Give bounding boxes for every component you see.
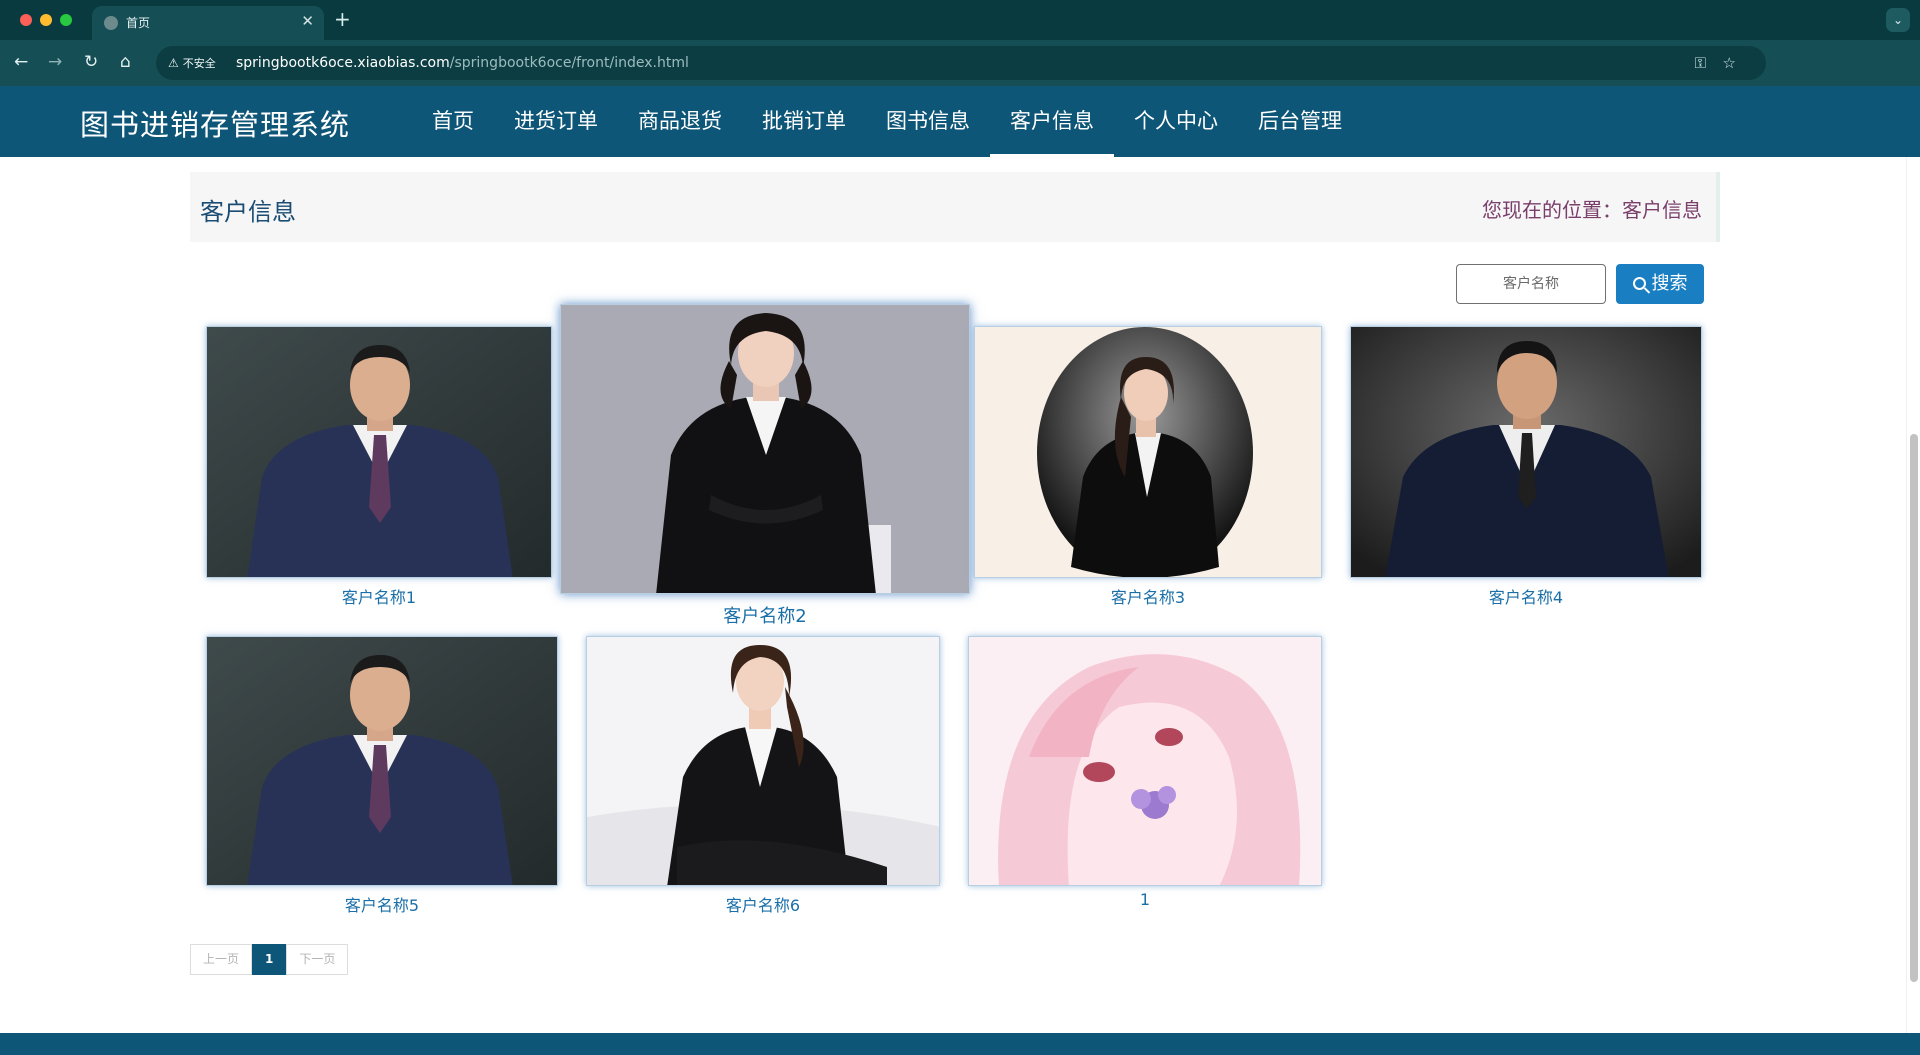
customer-photo[interactable]: [206, 326, 552, 578]
customer-name[interactable]: 客户名称6: [586, 892, 940, 916]
nav-item-admin[interactable]: 后台管理: [1238, 86, 1362, 157]
search-icon: [1632, 277, 1646, 290]
security-chip[interactable]: ⚠ 不安全: [168, 54, 216, 72]
pagination: 上一页 1 下一页: [190, 944, 349, 975]
tab-close-icon[interactable]: ✕: [301, 12, 314, 30]
customer-photo[interactable]: [560, 304, 970, 594]
customer-photo[interactable]: [974, 326, 1322, 578]
url-host: springbootk6oce.xiaobias.com: [236, 55, 450, 71]
customer-card[interactable]: 客户名称3: [974, 326, 1322, 608]
customer-name[interactable]: 1: [968, 890, 1322, 909]
customer-name-search-input[interactable]: 客户名称: [1456, 264, 1606, 304]
location-prefix: 您现在的位置：: [1482, 198, 1622, 222]
browser-toolbar: ← → ↻ ⌂ ⚠ 不安全 springbootk6oce.xiaobias.co…: [0, 40, 1920, 114]
location-text: 您现在的位置：客户信息: [1482, 194, 1702, 223]
minimize-window-button[interactable]: [40, 14, 52, 26]
forward-arrow-icon[interactable]: →: [48, 52, 62, 72]
breadcrumb: 客户信息 您现在的位置：客户信息: [190, 172, 1720, 242]
customer-photo[interactable]: [206, 636, 558, 886]
customer-card[interactable]: 客户名称4: [1350, 326, 1702, 608]
tab-title: 首页: [126, 16, 151, 30]
bookmark-star-icon[interactable]: ☆: [1723, 53, 1736, 73]
browser-tab-bar: 首页 ✕ + ⌄: [0, 0, 1920, 40]
new-tab-button[interactable]: +: [334, 8, 351, 30]
customer-name[interactable]: 客户名称3: [974, 584, 1322, 608]
url-path: /springbootk6oce/front/index.html: [449, 55, 689, 71]
nav-item-wholesale-orders[interactable]: 批销订单: [742, 86, 866, 157]
customer-photo[interactable]: [1350, 326, 1702, 578]
main-nav: 首页 进货订单 商品退货 批销订单 图书信息 客户信息 个人中心 后台管理: [412, 86, 1362, 157]
nav-item-book-info[interactable]: 图书信息: [866, 86, 990, 157]
tab-search-chevron-icon[interactable]: ⌄: [1886, 8, 1910, 32]
customer-card[interactable]: 客户名称5: [206, 636, 558, 916]
page-title: 客户信息: [200, 198, 296, 226]
location-current[interactable]: 客户信息: [1622, 198, 1702, 222]
maximize-window-button[interactable]: [60, 14, 72, 26]
nav-item-home[interactable]: 首页: [412, 86, 494, 157]
customer-name[interactable]: 客户名称4: [1350, 584, 1702, 608]
security-label: 不安全: [182, 57, 216, 70]
browser-tab-active[interactable]: 首页 ✕: [92, 6, 324, 40]
customer-card[interactable]: 客户名称1: [206, 326, 552, 608]
customer-name[interactable]: 客户名称1: [206, 584, 552, 608]
close-window-button[interactable]: [20, 14, 32, 26]
nav-item-personal-center[interactable]: 个人中心: [1114, 86, 1238, 157]
page-1-button[interactable]: 1: [252, 944, 287, 975]
address-bar[interactable]: ⚠ 不安全 springbootk6oce.xiaobias.com/spring…: [156, 46, 1766, 80]
customer-photo[interactable]: [586, 636, 940, 886]
nav-item-purchase-orders[interactable]: 进货订单: [494, 86, 618, 157]
customer-photo[interactable]: [968, 636, 1322, 886]
globe-icon: [104, 16, 118, 30]
page-scrollbar[interactable]: [1906, 157, 1920, 1033]
next-page-button[interactable]: 下一页: [286, 944, 349, 975]
customer-card[interactable]: 客户名称2: [560, 304, 970, 628]
site-header: 图书进销存管理系统 首页 进货订单 商品退货 批销订单 图书信息 客户信息 个人…: [0, 86, 1920, 157]
warning-triangle-icon: ⚠: [168, 56, 179, 70]
home-icon[interactable]: ⌂: [120, 52, 131, 72]
site-footer: [0, 1033, 1920, 1055]
prev-page-button[interactable]: 上一页: [190, 944, 253, 975]
back-arrow-icon[interactable]: ←: [14, 52, 28, 72]
search-button[interactable]: 搜索: [1616, 264, 1704, 304]
password-key-icon[interactable]: ⚿: [1695, 53, 1706, 73]
customer-card[interactable]: 客户名称6: [586, 636, 940, 916]
customer-name[interactable]: 客户名称2: [560, 602, 970, 628]
scrollbar-thumb[interactable]: [1910, 434, 1918, 982]
search-button-label: 搜索: [1651, 273, 1688, 294]
nav-item-returns[interactable]: 商品退货: [618, 86, 742, 157]
reload-icon[interactable]: ↻: [84, 52, 98, 72]
customer-name[interactable]: 客户名称5: [206, 892, 558, 916]
customer-card[interactable]: 1: [968, 636, 1322, 916]
nav-item-customer-info[interactable]: 客户信息: [990, 86, 1114, 157]
site-title: 图书进销存管理系统: [80, 108, 351, 142]
url-text[interactable]: springbootk6oce.xiaobias.com/springbootk…: [236, 53, 689, 73]
